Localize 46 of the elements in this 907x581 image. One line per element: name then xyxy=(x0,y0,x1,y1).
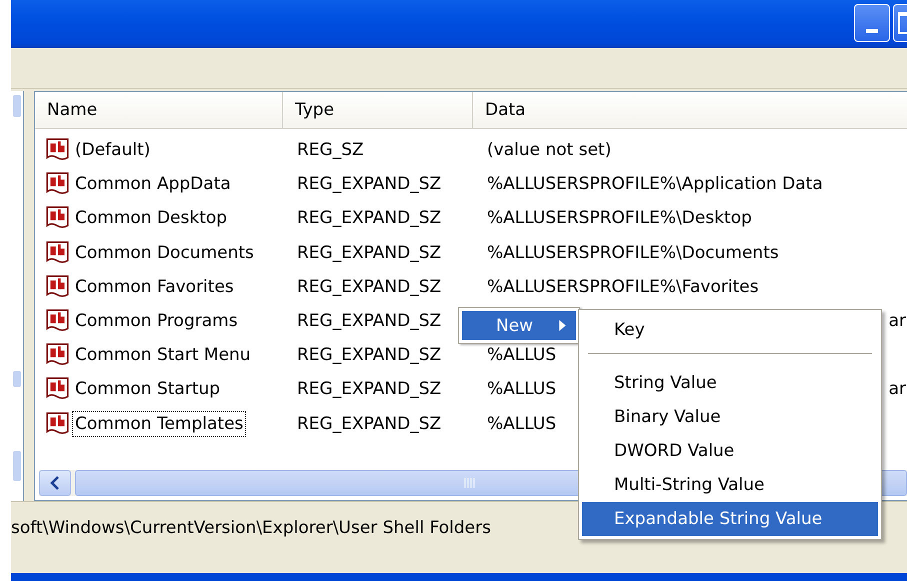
value-data: (value not set) xyxy=(487,140,612,160)
menu-item[interactable]: DWORD Value xyxy=(582,434,878,468)
value-type: REG_EXPAND_SZ xyxy=(296,379,442,400)
menu-item[interactable]: New xyxy=(462,311,576,340)
menu-item[interactable]: Binary Value xyxy=(582,400,878,434)
value-name[interactable]: Common Desktop xyxy=(72,205,230,232)
value-name[interactable]: (Default) xyxy=(72,137,154,164)
menu-item[interactable]: Expandable String Value xyxy=(582,502,878,536)
value-type: REG_EXPAND_SZ xyxy=(296,345,442,366)
minimize-button[interactable] xyxy=(854,4,890,42)
value-type: REG_EXPAND_SZ xyxy=(296,414,442,434)
value-name[interactable]: Common Startup xyxy=(72,376,224,402)
value-data: %ALLUSERSPROFILE%\Desktop xyxy=(487,208,752,228)
value-data: %ALLUS xyxy=(487,345,556,366)
string-value-icon xyxy=(45,410,71,437)
value-data: ar xyxy=(888,311,906,332)
submenu-arrow-icon xyxy=(559,320,566,331)
column-header[interactable]: Type xyxy=(283,92,473,128)
string-value-icon xyxy=(45,274,71,300)
value-type: REG_EXPAND_SZ xyxy=(296,242,442,263)
value-name[interactable]: Common Programs xyxy=(72,308,241,334)
column-header[interactable]: Name xyxy=(35,92,283,128)
maximize-button[interactable] xyxy=(893,4,907,42)
column-header[interactable]: Data xyxy=(473,92,907,128)
value-type: REG_EXPAND_SZ xyxy=(296,174,442,194)
menu-item[interactable]: Multi-String Value xyxy=(582,468,878,502)
value-data: %ALLUSERSPROFILE%\Favorites xyxy=(487,276,759,297)
value-name[interactable]: Common Favorites xyxy=(72,274,237,300)
value-name[interactable]: Common Templates xyxy=(72,410,246,437)
value-data: %ALLUSERSPROFILE%\Application Data xyxy=(487,174,823,194)
scroll-left-button[interactable] xyxy=(39,470,71,496)
value-name[interactable]: Common AppData xyxy=(72,171,234,198)
value-name[interactable]: Common Documents xyxy=(72,240,257,266)
menu-item[interactable]: String Value xyxy=(582,366,878,400)
value-data: %ALLUS xyxy=(487,379,556,400)
value-type: REG_EXPAND_SZ xyxy=(296,311,442,332)
value-data: %ALLUSERSPROFILE%\Documents xyxy=(487,242,779,263)
value-data: ar xyxy=(888,379,906,400)
string-value-icon xyxy=(45,240,71,266)
value-data: %ALLUS xyxy=(487,414,556,434)
value-type: REG_EXPAND_SZ xyxy=(296,276,442,297)
value-name[interactable]: Common Start Menu xyxy=(72,342,254,368)
registry-path: soft\Windows\CurrentVersion\Explorer\User Shell Folders xyxy=(11,518,491,538)
menu-item[interactable]: Key xyxy=(582,313,878,347)
value-type: REG_SZ xyxy=(296,140,365,160)
value-type: REG_EXPAND_SZ xyxy=(296,208,442,228)
